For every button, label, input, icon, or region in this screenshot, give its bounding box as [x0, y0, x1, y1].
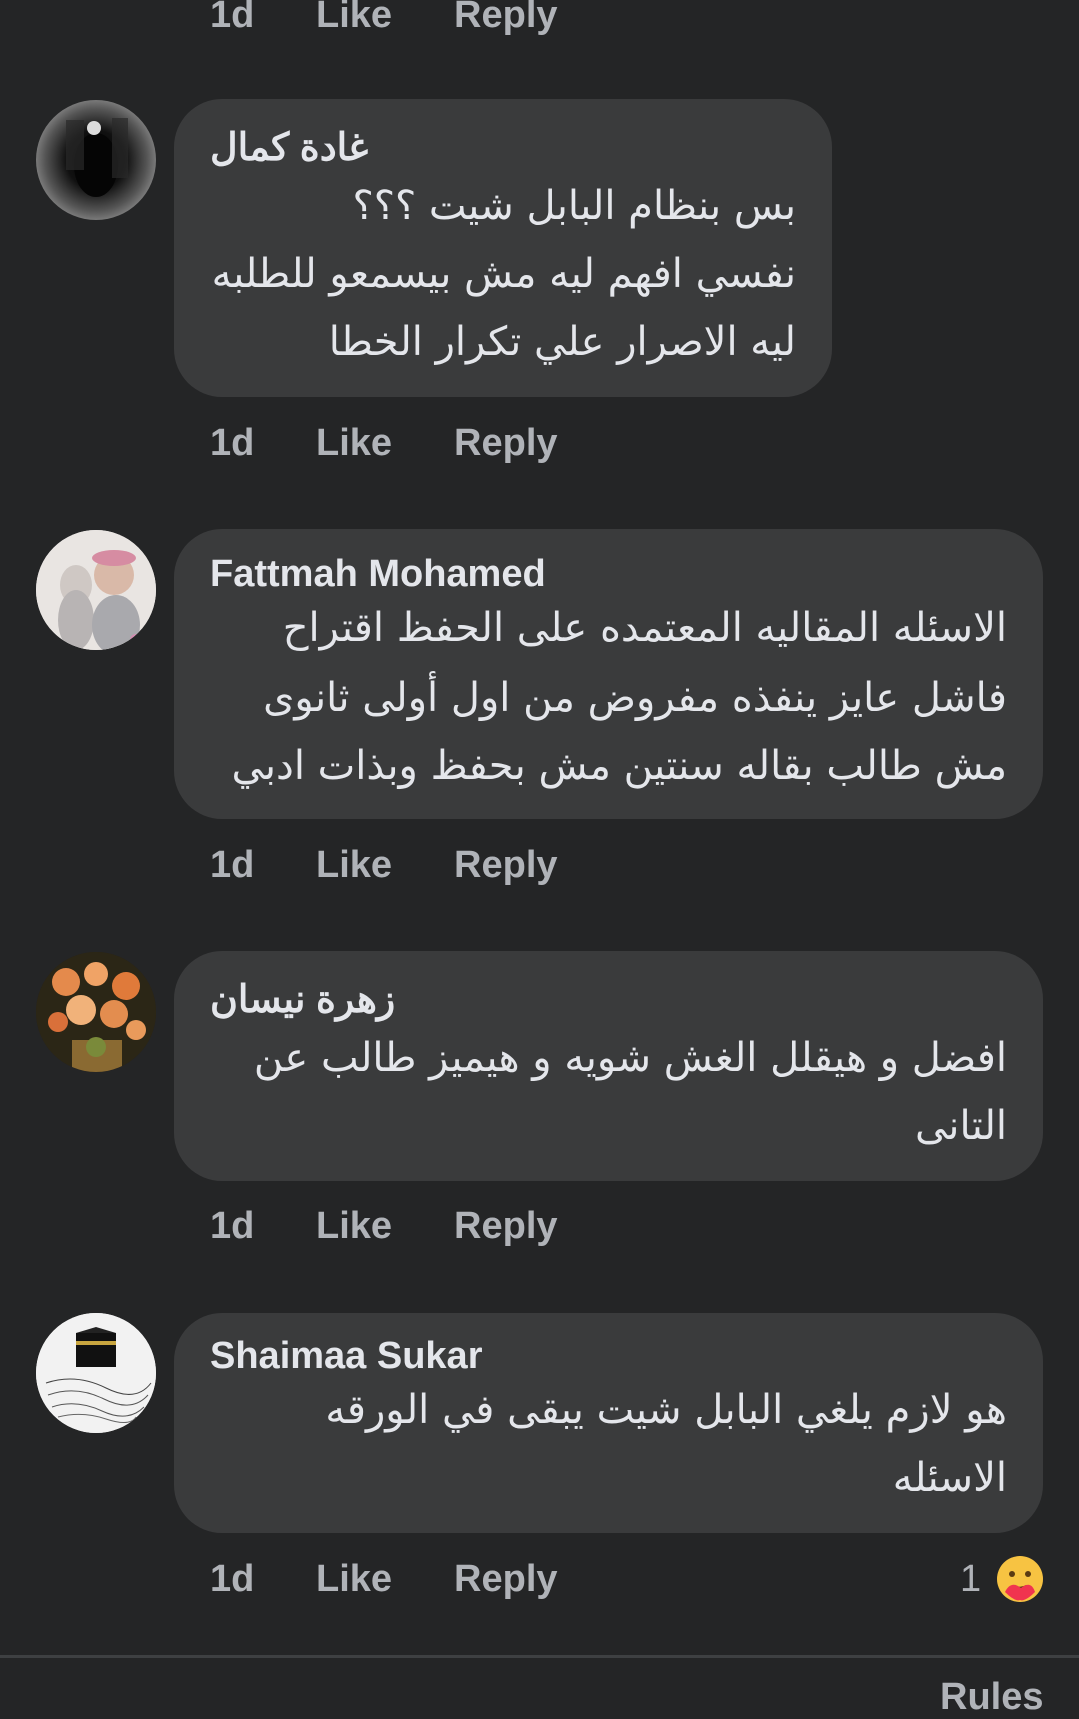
comment-text: فاشل عايز ينفذه مفروض من اول أولى ثانوى: [263, 675, 1007, 721]
profile-photo-icon: [36, 530, 156, 650]
comment-author[interactable]: زهرة نيسان: [210, 977, 395, 1022]
avatar[interactable]: [36, 952, 156, 1072]
reply-button[interactable]: Reply: [454, 844, 557, 887]
care-emoji-icon: [997, 1556, 1044, 1602]
comment-bubble: غادة كمال بس بنظام البابل شيت ؟؟؟ نفسي ا…: [174, 99, 832, 397]
like-button[interactable]: Like: [316, 422, 392, 465]
comment-bubble: Shaimaa Sukar هو لازم يلغي البابل شيت يب…: [174, 1313, 1043, 1533]
comment-actions: 1d Like Reply: [210, 1201, 558, 1251]
profile-photo-icon: [36, 1313, 156, 1433]
comment-text: نفسي افهم ليه مش بيسمعو للطلبه: [211, 251, 796, 297]
comment-bubble: زهرة نيسان افضل و هيقلل الغش شويه و هيمي…: [174, 951, 1043, 1181]
comment-author[interactable]: Fattmah Mohamed: [210, 553, 546, 596]
comment-text: التانى: [914, 1103, 1007, 1149]
comment-actions: 1d Like Reply: [210, 840, 558, 890]
divider: [0, 1655, 1079, 1658]
comment-author[interactable]: Shaimaa Sukar: [210, 1335, 482, 1378]
profile-photo-icon: [66, 118, 128, 197]
reply-button[interactable]: Reply: [454, 1558, 557, 1601]
comment-text: افضل و هيقلل الغش شويه و هيميز طالب عن: [253, 1035, 1007, 1081]
comment-time[interactable]: 1d: [210, 844, 272, 887]
like-button[interactable]: Like: [316, 1205, 392, 1248]
like-button[interactable]: Like: [316, 1558, 392, 1601]
avatar[interactable]: [36, 530, 156, 650]
comment-text: الاسئله المقاليه المعتمده على الحفظ اقتر…: [282, 605, 1007, 651]
comment-actions: 1d Like Reply: [210, 1554, 558, 1604]
like-button[interactable]: Like: [316, 0, 392, 37]
profile-photo-icon: [36, 952, 156, 1072]
comment-time[interactable]: 1d: [210, 422, 272, 465]
comment-author[interactable]: غادة كمال: [210, 125, 368, 170]
comment-text: هو لازم يلغي البابل شيت يبقى في الورقه: [325, 1387, 1007, 1433]
comment-text: الاسئله: [892, 1455, 1007, 1501]
reply-button[interactable]: Reply: [454, 422, 557, 465]
comment-time[interactable]: 1d: [210, 0, 272, 37]
comment-text: بس بنظام البابل شيت ؟؟؟: [352, 183, 797, 229]
comment-actions: 1d Like Reply: [210, 418, 558, 468]
rules-link[interactable]: Rules: [940, 1676, 1043, 1719]
comment-bubble: Fattmah Mohamed الاسئله المقاليه المعتمد…: [174, 529, 1043, 819]
comment-actions: 1d Like Reply: [210, 0, 558, 40]
reaction-summary[interactable]: 1: [960, 1554, 1045, 1604]
reply-button[interactable]: Reply: [454, 1205, 557, 1248]
reaction-count: 1: [960, 1557, 982, 1600]
like-button[interactable]: Like: [316, 844, 392, 887]
avatar[interactable]: [36, 1313, 156, 1433]
comment-time[interactable]: 1d: [210, 1205, 272, 1248]
comment-text: مش طالب بقاله سنتين مش بحفظ وبذات ادبي: [231, 743, 1007, 789]
avatar[interactable]: [36, 100, 156, 220]
reply-button[interactable]: Reply: [454, 0, 557, 37]
comment-text: ليه الاصرار علي تكرار الخطا: [328, 319, 796, 365]
comment-time[interactable]: 1d: [210, 1558, 272, 1601]
